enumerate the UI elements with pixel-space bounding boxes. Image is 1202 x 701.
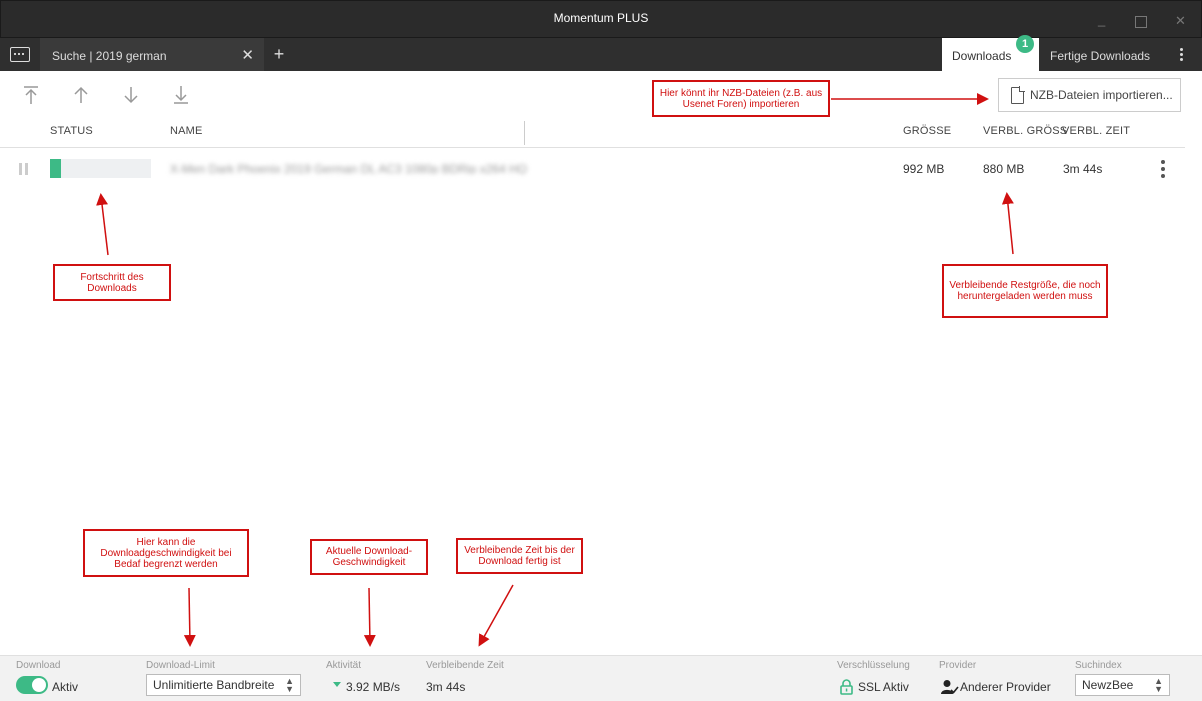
download-speed: 3.92 MB/s	[346, 680, 401, 694]
minimize-icon[interactable]: _	[1098, 13, 1105, 27]
provider-value[interactable]: Anderer Provider	[960, 680, 1051, 694]
more-menu-icon[interactable]	[1166, 38, 1196, 71]
row-menu-icon[interactable]	[1159, 160, 1167, 178]
select-arrows-icon: ▲ ▼	[1154, 676, 1163, 694]
provider-label: Provider	[939, 660, 977, 671]
header-remaining-time[interactable]: VERBL. ZEIT	[1062, 125, 1130, 137]
limit-label: Download-Limit	[146, 660, 215, 671]
search-index-label: Suchindex	[1075, 660, 1122, 671]
tab-finished-label: Fertige Downloads	[1050, 49, 1151, 63]
download-progress-bar	[50, 159, 151, 178]
bandwidth-limit-select[interactable]: Unlimitierte Bandbreite ▲ ▼	[146, 674, 301, 696]
window-title: Momentum PLUS	[553, 11, 649, 25]
provider-user-icon	[941, 680, 959, 694]
header-name[interactable]: NAME	[170, 125, 203, 137]
maximize-icon[interactable]	[1135, 16, 1147, 28]
annotation-limit: Hier kann die Downloadgeschwindigkeit be…	[83, 529, 249, 577]
move-up-icon[interactable]	[70, 84, 92, 106]
downloads-count-badge: 1	[1016, 35, 1034, 53]
import-nzb-label: NZB-Dateien importieren...	[1030, 88, 1173, 102]
annotation-import: Hier könnt ihr NZB-Dateien (z.B. aus Use…	[652, 80, 830, 117]
download-status: Aktiv	[52, 680, 79, 694]
annotation-progress: Fortschritt des Downloads	[53, 264, 171, 301]
encryption-label: Verschlüsselung	[837, 660, 910, 671]
import-nzb-button[interactable]: NZB-Dateien importieren...	[998, 78, 1181, 112]
activity-label: Aktivität	[326, 660, 362, 671]
close-tab-icon[interactable]: ✕	[241, 46, 254, 64]
download-remaining-time: 3m 44s	[1063, 162, 1103, 176]
title-bar: Momentum PLUS _ ✕	[0, 0, 1202, 38]
header-size[interactable]: GRÖSSE	[903, 125, 951, 137]
remaining-time-value: 3m 44s	[426, 680, 466, 694]
download-arrow-icon	[333, 682, 341, 687]
column-divider[interactable]	[524, 121, 525, 145]
search-index-select[interactable]: NewzBee ▲ ▼	[1075, 674, 1170, 696]
tab-downloads-label: Downloads	[952, 49, 1012, 63]
remaining-time-label: Verbleibende Zeit	[426, 660, 504, 671]
chat-button[interactable]	[0, 38, 40, 71]
download-name: X-Men Dark Phoenix 2019 German DL AC3 10…	[170, 162, 528, 174]
download-toggle[interactable]	[16, 676, 48, 694]
annotation-speed: Aktuelle Download-Geschwindigkeit	[310, 539, 428, 575]
download-remaining-size: 880 MB	[983, 162, 1025, 176]
close-icon[interactable]: ✕	[1175, 14, 1186, 28]
add-tab-button[interactable]: +	[264, 38, 294, 71]
file-icon	[1011, 85, 1025, 104]
bandwidth-limit-value: Unlimitierte Bandbreite	[153, 678, 275, 692]
tab-finished-downloads[interactable]: Fertige Downloads	[1039, 38, 1161, 71]
progress-fill	[50, 159, 62, 178]
move-to-top-icon[interactable]	[20, 84, 42, 106]
download-size: 992 MB	[903, 162, 945, 176]
tab-search-label: Suche | 2019 german	[52, 49, 167, 63]
status-bar: Download Aktiv Download-Limit Unlimitier…	[0, 655, 1202, 701]
lock-icon	[840, 679, 853, 695]
encryption-status: SSL Aktiv	[858, 680, 909, 694]
chat-icon	[10, 47, 30, 62]
tab-search[interactable]: Suche | 2019 german ✕	[40, 38, 264, 71]
move-to-bottom-icon[interactable]	[170, 84, 192, 106]
select-arrows-icon: ▲ ▼	[285, 676, 294, 694]
annotation-remaining-size: Verbleibende Restgröße, die noch herunte…	[942, 264, 1108, 318]
header-status[interactable]: STATUS	[50, 125, 93, 137]
pause-icon[interactable]	[19, 163, 29, 175]
table-row[interactable]: X-Men Dark Phoenix 2019 German DL AC3 10…	[0, 148, 1185, 188]
search-index-value: NewzBee	[1082, 678, 1134, 692]
header-remaining-size[interactable]: VERBL. GRÖSS	[983, 125, 1067, 137]
annotation-time: Verbleibende Zeit bis der Download ferti…	[456, 538, 583, 574]
download-label: Download	[16, 660, 61, 671]
move-down-icon[interactable]	[120, 84, 142, 106]
